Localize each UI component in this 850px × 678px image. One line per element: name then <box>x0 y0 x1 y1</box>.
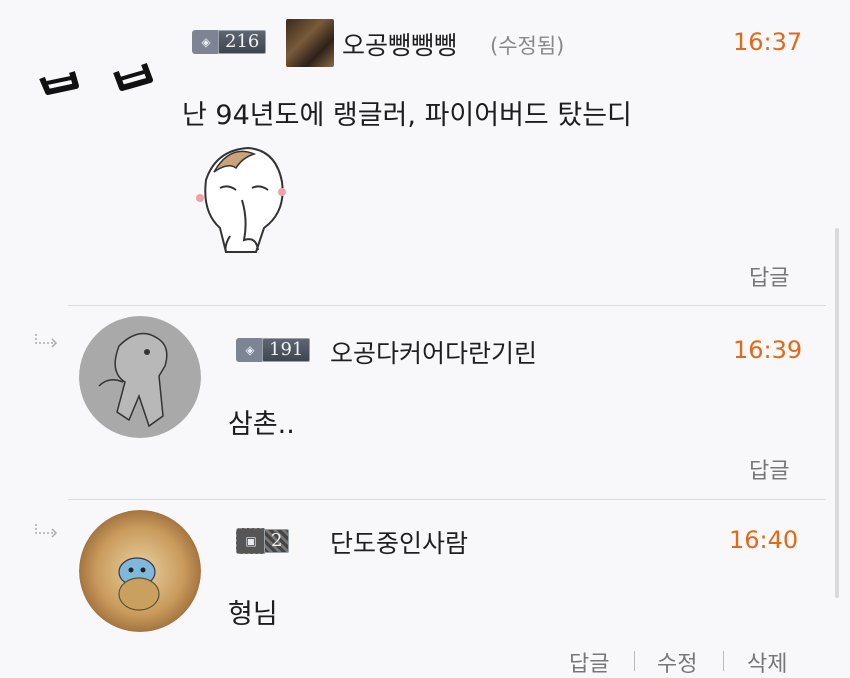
comment-text: 형님 <box>228 599 278 630</box>
edit-button[interactable]: 수정 <box>657 646 697 678</box>
nickname[interactable]: 오공뺑뺑뺑 <box>342 26 457 62</box>
reply-button[interactable]: 답글 <box>569 646 609 678</box>
reply-button[interactable]: 답글 <box>749 260 789 292</box>
comment-time: 16:40 <box>729 526 799 554</box>
action-separator <box>723 651 724 671</box>
sticker-image <box>196 146 286 253</box>
scrollbar[interactable] <box>835 228 839 598</box>
level-badge-icon: ▣ <box>236 528 266 554</box>
reply-arrow-icon <box>35 524 58 538</box>
avatar-image[interactable] <box>79 510 201 632</box>
profile-thumbnail[interactable] <box>286 19 334 67</box>
delete-button[interactable]: 삭제 <box>747 646 787 678</box>
comment-time: 16:39 <box>733 336 803 364</box>
comment-item-reply: ▣ 2 단도중인사람 16:40 형님 답글 수정 삭제 <box>0 500 850 678</box>
avatar-image[interactable] <box>79 316 201 438</box>
level-badge: ◈ 216 <box>192 29 267 55</box>
comment-text: 난 94년도에 랭글러, 파이어버드 탔는디 <box>182 100 632 131</box>
comment-text: 삼촌.. <box>228 409 295 440</box>
reply-button[interactable]: 답글 <box>749 453 789 485</box>
comment-item-reply: ◈ 191 오공다커어다란기린 16:39 삼촌.. 답글 <box>0 306 850 499</box>
edited-label: (수정됨) <box>490 34 565 58</box>
level-badge: ▣ 2 <box>236 528 290 554</box>
level-badge-icon: ◈ <box>236 338 264 362</box>
nickname[interactable]: 오공다커어다란기린 <box>330 334 537 370</box>
level-number: 191 <box>262 338 311 362</box>
level-number: 2 <box>264 529 290 553</box>
emoticon-eyes-icon <box>39 62 153 95</box>
reply-arrow-icon <box>35 334 58 348</box>
level-badge-icon: ◈ <box>192 30 220 54</box>
level-number: 216 <box>218 30 267 54</box>
action-separator <box>634 651 635 671</box>
comment-item: ◈ 216 오공뺑뺑뺑 (수정됨) 16:37 난 94년도에 랭글러, 파이어… <box>0 0 850 305</box>
nickname[interactable]: 단도중인사람 <box>330 524 468 560</box>
level-badge: ◈ 191 <box>236 337 311 363</box>
comment-time: 16:37 <box>733 28 803 56</box>
